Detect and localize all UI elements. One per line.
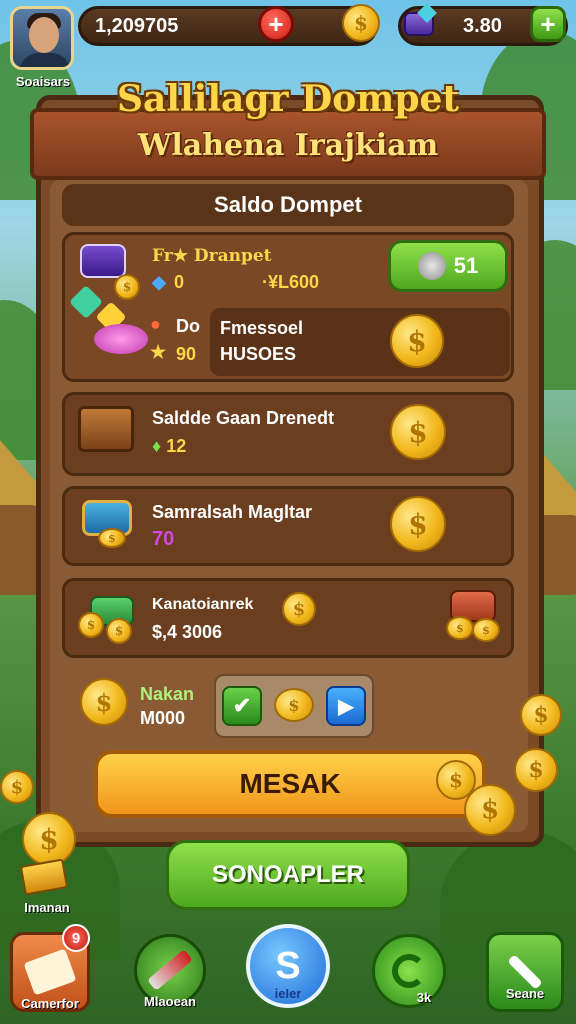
floating-coin-icon: $ xyxy=(514,748,558,792)
tools-icon xyxy=(507,954,543,990)
mesak-button[interactable]: MESAK xyxy=(94,750,486,818)
add-coins-button[interactable]: + xyxy=(258,6,294,42)
row3-diamond-icon: ♦ xyxy=(152,436,162,456)
play-mini-button[interactable]: ▶ xyxy=(326,686,366,726)
coin-chest-icon[interactable]: $ $ xyxy=(444,586,504,644)
floating-coin-icon: $ xyxy=(0,770,34,804)
player-avatar[interactable] xyxy=(10,6,74,70)
coin-balance: 1,209705 xyxy=(78,6,378,46)
row4-val: 70 xyxy=(152,528,175,550)
row1-val2: ·¥L600 xyxy=(262,272,320,292)
row4-coin-icon[interactable]: $ xyxy=(390,496,446,552)
row1-gem-icon: ◆ xyxy=(152,272,166,292)
gem-balance-value: 3.80 xyxy=(463,14,502,37)
nav-label-3k: 3k xyxy=(416,990,432,1005)
row5-title: Kanatoianrek xyxy=(152,596,254,613)
nakan-coin-icon: $ xyxy=(80,678,128,726)
row5-val: $,4 3006 xyxy=(152,622,223,642)
nav-label-camerfor: Camerfor xyxy=(21,996,79,1011)
row2-coin-icon[interactable]: $ xyxy=(390,314,444,368)
row2-detail1: Fmessoel xyxy=(220,318,304,338)
row2-gem-icon: ● xyxy=(150,314,161,334)
row3-val: ♦ 12 xyxy=(152,436,186,457)
row4-title: Samralsah Magltar xyxy=(152,502,313,522)
nav-label-center: ieIer xyxy=(274,986,302,1001)
pen-icon xyxy=(147,949,193,991)
row5-coin-icon: $ xyxy=(282,592,316,626)
row1-val1: 0 xyxy=(174,272,185,292)
row1-title: Fr★ Dranpet xyxy=(152,246,272,266)
add-gems-button[interactable]: + xyxy=(530,6,566,42)
nav-label-mlaoean: Mlaoean xyxy=(143,994,196,1009)
row1-button-icon xyxy=(417,252,446,280)
page-title: Sallilagr Dompet xyxy=(116,78,460,120)
mini-coin-button[interactable]: $ xyxy=(274,688,314,722)
row1-button-label: 51 xyxy=(453,253,479,278)
page-subtitle: Wlahena Irajkiam xyxy=(137,128,439,163)
floating-coin-icon: $ xyxy=(22,812,76,866)
nakan-value: M000 xyxy=(140,708,186,728)
notification-badge: 9 xyxy=(62,924,90,952)
treasure-chest-icon xyxy=(78,406,134,452)
side-label: Imanan xyxy=(24,900,70,915)
row2-title: Do xyxy=(176,316,200,336)
mesak-button-label: MESAK xyxy=(239,768,341,799)
gem-bundle-icon xyxy=(400,2,440,42)
nakan-label: Nakan xyxy=(140,684,195,704)
row3-val-text: 12 xyxy=(166,436,187,456)
row2-star-icon: ★ xyxy=(150,342,167,362)
floating-coin-icon: $ xyxy=(520,694,562,736)
row1-claim-button[interactable]: 51 xyxy=(388,240,508,292)
refresh-icon xyxy=(392,954,426,988)
coin-icon: $ xyxy=(342,4,380,42)
center-glyph: S xyxy=(275,944,301,987)
bottom-nav: 9 Camerfor Mlaoean S ieIer 3k Seane xyxy=(0,920,576,1024)
wallet-card-icon: $ xyxy=(78,496,138,550)
floating-coin-icon: $ xyxy=(464,784,516,836)
coin-balance-value: 1,209705 xyxy=(95,14,179,37)
nav-label-seane: Seane xyxy=(505,986,545,1001)
row3-title: Saldde Gaan Drenedt xyxy=(152,408,335,428)
cash-stack-icon: $ $ xyxy=(76,588,140,644)
badge-count: 9 xyxy=(71,929,81,947)
gem-pile-icon: $ xyxy=(69,240,150,360)
confirm-mini-button[interactable]: ✔ xyxy=(222,686,262,726)
envelope-icon xyxy=(23,948,77,996)
panel-header: Saldo Dompet xyxy=(62,184,514,226)
sonoapler-button[interactable]: SONOAPLER xyxy=(166,840,410,910)
top-bar: Soaisars 1,209705 + $ 3.80 + xyxy=(0,0,576,90)
row3-coin-icon[interactable]: $ xyxy=(390,404,446,460)
sonoapler-button-label: SONOAPLER xyxy=(211,861,364,888)
row2-detail2: HUSOES xyxy=(220,344,297,364)
row2-val1: 90 xyxy=(176,344,197,364)
